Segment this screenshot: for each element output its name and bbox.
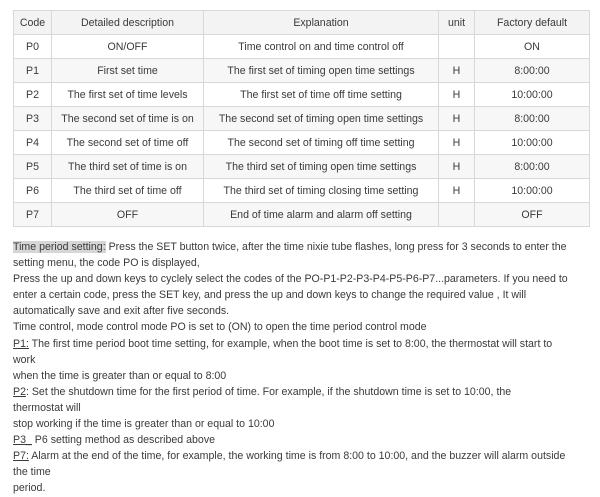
note-text: enter a certain code, press the SET key,… <box>13 289 527 302</box>
cell-code: P2 <box>13 82 52 107</box>
note-text: P6 setting method as described above <box>31 434 216 447</box>
note-line: P1: The first time period boot time sett… <box>13 336 588 352</box>
note-text: Press the SET button twice, after the ti… <box>105 241 567 253</box>
cell-description: The second set of time is on <box>51 106 204 131</box>
parameter-code-label: P7: <box>13 450 29 463</box>
cell-description: OFF <box>51 202 204 227</box>
note-text: period. <box>13 482 46 495</box>
cell-factory-default: 8:00:00 <box>474 58 590 83</box>
cell-unit: H <box>438 58 475 83</box>
note-line: thermostat will <box>13 400 588 416</box>
note-text: work <box>13 353 36 366</box>
note-line: Press the up and down keys to cyclely se… <box>13 271 588 287</box>
cell-explanation: The second set of timing off time settin… <box>203 130 439 155</box>
note-line: work <box>13 352 588 368</box>
cell-explanation: The first set of time off time setting <box>203 82 439 107</box>
note-line: P3_ P6 setting method as described above <box>13 432 588 448</box>
note-line: P7: Alarm at the end of the time, for ex… <box>13 448 588 464</box>
cell-description: ON/OFF <box>51 34 204 59</box>
cell-code: P4 <box>13 130 52 155</box>
note-line: Time control, mode control mode PO is se… <box>13 319 588 335</box>
cell-unit <box>438 34 475 59</box>
note-line: P2: Set the shutdown time for the first … <box>13 384 588 400</box>
table-row: P3 The second set of time is on The second… <box>13 106 590 131</box>
cell-code: P0 <box>13 34 52 59</box>
cell-unit: H <box>438 106 475 131</box>
note-line: enter a certain code, press the SET key,… <box>13 287 588 303</box>
instructions-text: Time period setting: Press the SET butto… <box>13 239 588 497</box>
highlighted-heading: Time period setting: <box>13 241 106 253</box>
cell-unit <box>438 202 475 227</box>
note-line: when the time is greater than or equal t… <box>13 368 588 384</box>
cell-description: The first set of time levels <box>51 82 204 107</box>
table-row: P2 The first set of time levels The first … <box>13 82 590 107</box>
note-line: setting menu, the code PO is displayed, <box>13 255 588 271</box>
note-line: stop working if the time is greater than… <box>13 416 588 432</box>
header-explanation: Explanation <box>203 10 439 35</box>
note-text: thermostat will <box>13 401 81 414</box>
note-line: the time <box>13 464 588 480</box>
table-row: P4 The second set of time off The second s… <box>13 130 590 155</box>
note-text: : Set the shutdown time for the first pe… <box>25 385 512 398</box>
cell-code: P3 <box>13 106 52 131</box>
parameter-code-label: P3_ <box>13 434 32 447</box>
note-text: when the time is greater than or equal t… <box>13 369 227 382</box>
cell-factory-default: 10:00:00 <box>474 178 590 203</box>
cell-unit: H <box>438 82 475 107</box>
cell-explanation: The second set of timing open time setti… <box>203 106 439 131</box>
parameter-code-label: P2 <box>13 385 26 398</box>
cell-explanation: The third set of timing closing time set… <box>203 178 439 203</box>
cell-code: P5 <box>13 154 52 179</box>
table-row: P5 The third set of time is on The third s… <box>13 154 590 179</box>
cell-unit: H <box>438 154 475 179</box>
note-line: automatically save and exit after five s… <box>13 303 588 319</box>
cell-code: P6 <box>13 178 52 203</box>
note-text: Press the up and down keys to cyclely se… <box>13 273 568 286</box>
cell-factory-default: 10:00:00 <box>474 82 590 107</box>
note-text: automatically save and exit after five s… <box>13 305 230 318</box>
cell-description: The third set of time off <box>51 178 204 203</box>
note-text: The first time period boot time setting,… <box>28 337 553 350</box>
cell-description: The third set of time is on <box>51 154 204 179</box>
cell-factory-default: OFF <box>474 202 590 227</box>
note-text: the time <box>13 466 51 479</box>
cell-explanation: End of time alarm and alarm off setting <box>203 202 439 227</box>
cell-description: First set time <box>51 58 204 83</box>
note-text: stop working if the time is greater than… <box>13 418 275 431</box>
table-row: P1 First set time The first set of timing … <box>13 58 590 83</box>
table-header-row: Code Detailed description Explanation un… <box>13 10 590 35</box>
cell-explanation: Time control on and time control off <box>203 34 439 59</box>
note-line: period. <box>13 480 588 496</box>
header-unit: unit <box>438 10 475 35</box>
note-text: Alarm at the end of the time, for exampl… <box>28 450 566 463</box>
cell-code: P7 <box>13 202 52 227</box>
cell-description: The second set of time off <box>51 130 204 155</box>
cell-explanation: The first set of timing open time settin… <box>203 58 439 83</box>
cell-factory-default: 8:00:00 <box>474 106 590 131</box>
table-row: P0 ON/OFF Time control on and time control… <box>13 34 590 59</box>
cell-code: P1 <box>13 58 52 83</box>
cell-unit: H <box>438 178 475 203</box>
note-line: Time period setting: Press the SET butto… <box>13 239 588 255</box>
parameter-table: Code Detailed description Explanation un… <box>13 10 590 227</box>
table-row: P7 OFF End of time alarm and alarm off set… <box>13 202 590 227</box>
cell-factory-default: 10:00:00 <box>474 130 590 155</box>
cell-factory-default: ON <box>474 34 590 59</box>
header-code: Code <box>13 10 52 35</box>
note-text: setting menu, the code PO is displayed, <box>13 257 200 270</box>
note-text: Time control, mode control mode PO is se… <box>13 321 427 334</box>
table-row: P6 The third set of time off The third set… <box>13 178 590 203</box>
cell-explanation: The third set of timing open time settin… <box>203 154 439 179</box>
parameter-code-label: P1: <box>13 337 29 350</box>
header-detailed-description: Detailed description <box>51 10 204 35</box>
cell-factory-default: 8:00:00 <box>474 154 590 179</box>
header-factory-default: Factory default <box>474 10 590 35</box>
cell-unit: H <box>438 130 475 155</box>
